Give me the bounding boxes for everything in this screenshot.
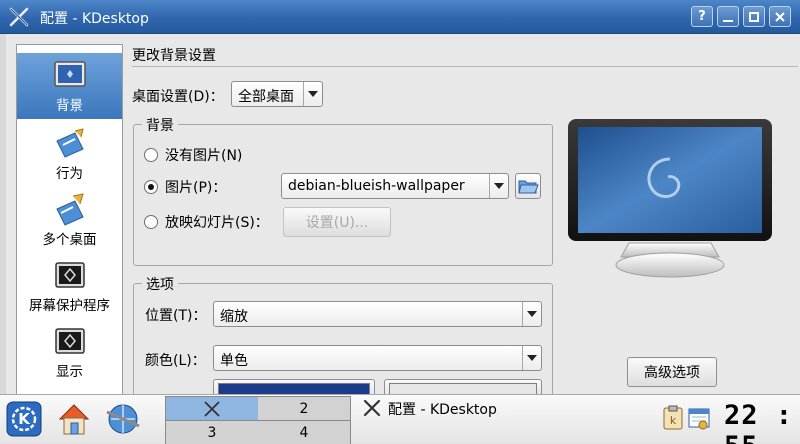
desktop-2-button[interactable]: 2 bbox=[258, 397, 350, 420]
kde-x-logo-icon bbox=[363, 399, 381, 417]
title-bar[interactable]: 配置 - KDesktop ? bbox=[0, 0, 800, 34]
minimize-button[interactable] bbox=[717, 6, 739, 27]
picture-label[interactable]: 图片(P)： bbox=[165, 177, 226, 197]
desktop-3-button[interactable]: 3 bbox=[166, 421, 258, 444]
calendar-reminder-icon[interactable] bbox=[688, 405, 710, 431]
sidebar-item-screensaver[interactable]: 屏幕保护程序 bbox=[17, 253, 122, 319]
desktop-setting-value: 全部桌面 bbox=[238, 89, 294, 105]
sidebar-item-behavior[interactable]: 行为 bbox=[17, 121, 122, 187]
folder-open-icon bbox=[518, 180, 539, 194]
no-picture-label[interactable]: 没有图片(N) bbox=[165, 145, 242, 165]
sidebar-item-background[interactable]: 背景 bbox=[17, 53, 122, 119]
heading-divider bbox=[132, 66, 798, 67]
sidebar-label-screensaver: 屏幕保护程序 bbox=[29, 298, 110, 314]
screensaver-icon bbox=[54, 262, 85, 288]
svg-text:k: k bbox=[670, 414, 677, 427]
color-mode-value: 单色 bbox=[220, 353, 248, 369]
sidebar-label-multiple-desktops: 多个桌面 bbox=[42, 232, 97, 248]
close-icon bbox=[775, 11, 785, 22]
window-mini-icon bbox=[204, 401, 220, 417]
desktop-setting-combo[interactable]: 全部桌面 bbox=[231, 81, 323, 107]
minimize-icon bbox=[723, 19, 733, 22]
chevron-down-icon bbox=[522, 302, 541, 326]
color-mode-combo[interactable]: 单色 bbox=[213, 345, 542, 371]
kde-x-logo-icon bbox=[9, 7, 29, 27]
task-label: 配置 - KDesktop bbox=[388, 402, 497, 418]
color-label: 颜色(L)： bbox=[145, 353, 206, 369]
maximize-icon bbox=[749, 11, 759, 22]
advanced-options-button[interactable]: 高级选项 bbox=[627, 357, 717, 387]
module-sidebar: 背景 行为 多个桌面 屏幕保护程序 显示 bbox=[16, 44, 123, 394]
sidebar-item-display[interactable]: 显示 bbox=[17, 319, 122, 385]
svg-text:K: K bbox=[18, 410, 31, 428]
slideshow-settings-button[interactable]: 设置(U)... bbox=[283, 207, 391, 237]
taskbar: K 1 2 3 4 配置 - KDesktop k bbox=[0, 394, 800, 444]
chevron-down-icon bbox=[489, 174, 508, 198]
desktop-setting-label: 桌面设置(D)： bbox=[132, 89, 224, 105]
kde-menu-icon[interactable]: K bbox=[5, 400, 43, 438]
chevron-down-icon bbox=[303, 82, 322, 106]
sidebar-label-display: 显示 bbox=[56, 364, 83, 380]
wallpaper-combo[interactable]: debian-blueish-wallpaper bbox=[281, 173, 509, 199]
maximize-button[interactable] bbox=[743, 6, 765, 27]
sidebar-label-background: 背景 bbox=[56, 98, 83, 114]
page-title: 更改背景设置 bbox=[132, 48, 216, 64]
browse-folder-button[interactable] bbox=[515, 173, 541, 199]
position-combo[interactable]: 缩放 bbox=[213, 301, 542, 327]
background-preview bbox=[568, 119, 772, 278]
chevron-down-icon bbox=[522, 346, 541, 370]
klipper-clipboard-icon[interactable]: k bbox=[662, 405, 684, 431]
background-group: 背景 没有图片(N) 图片(P)： debian-blueish-wallpap… bbox=[133, 115, 553, 266]
config-window: 背景 行为 多个桌面 屏幕保护程序 显示 更改背景设置 桌面设置(D)： 全部桌… bbox=[6, 34, 800, 403]
web-browser-icon[interactable] bbox=[104, 400, 142, 438]
background-group-title: 背景 bbox=[142, 115, 178, 135]
clock: 22 : 55 bbox=[724, 400, 800, 444]
slideshow-label[interactable]: 放映幻灯片(S)： bbox=[165, 212, 269, 232]
display-icon bbox=[54, 328, 85, 354]
options-group: 选项 位置(T)： 缩放 颜色(L)： 单色 bbox=[133, 274, 553, 403]
monitor-background-icon bbox=[53, 61, 86, 87]
position-value: 缩放 bbox=[220, 309, 248, 325]
slideshow-radio[interactable] bbox=[144, 215, 158, 229]
desktop-behavior-icon bbox=[55, 128, 84, 158]
picture-radio[interactable] bbox=[144, 180, 158, 194]
help-button[interactable]: ? bbox=[691, 6, 713, 27]
options-group-title: 选项 bbox=[142, 274, 178, 294]
position-label: 位置(T)： bbox=[145, 308, 207, 324]
close-button[interactable] bbox=[769, 6, 791, 27]
home-icon[interactable] bbox=[55, 400, 93, 438]
wallpaper-value: debian-blueish-wallpaper bbox=[288, 178, 465, 194]
window-title: 配置 - KDesktop bbox=[40, 11, 149, 27]
no-picture-radio[interactable] bbox=[144, 148, 158, 162]
sidebar-item-multiple-desktops[interactable]: 多个桌面 bbox=[17, 187, 122, 253]
multiple-desktops-icon bbox=[55, 193, 84, 226]
desktop-pager: 1 2 3 4 bbox=[165, 396, 351, 444]
desktop-4-button[interactable]: 4 bbox=[258, 421, 350, 444]
sidebar-label-behavior: 行为 bbox=[56, 166, 83, 182]
desktop-1-button[interactable]: 1 bbox=[166, 397, 258, 420]
